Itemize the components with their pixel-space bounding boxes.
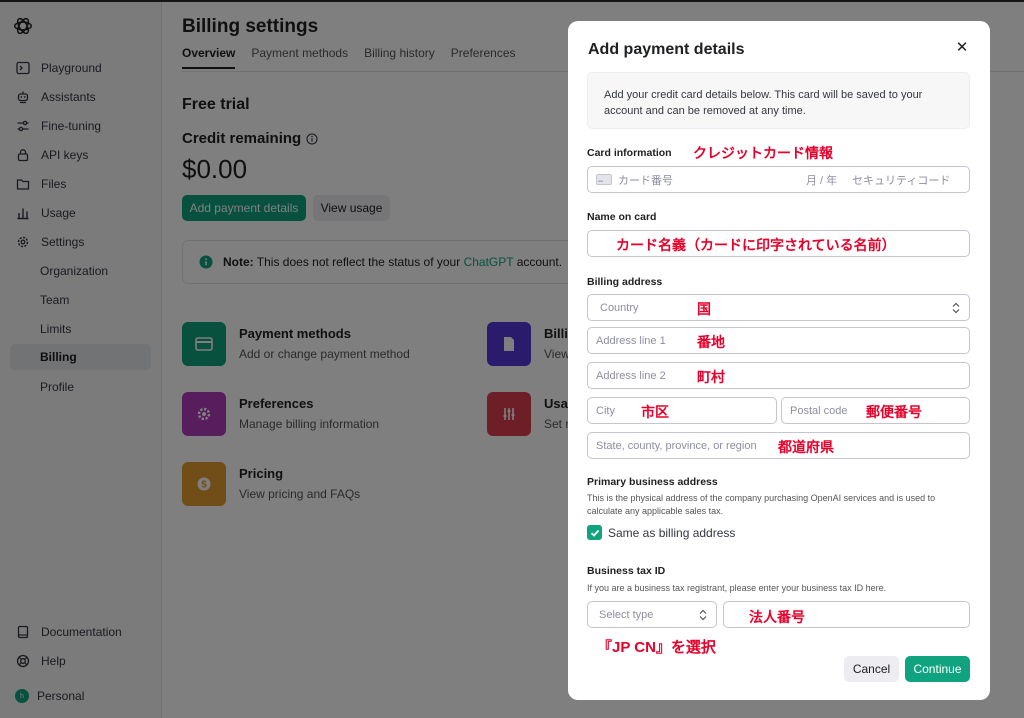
- postal-code-annotation: 郵便番号: [866, 404, 922, 420]
- tax-type-select[interactable]: Select type: [587, 601, 717, 628]
- primary-business-address-label: Primary business address: [587, 476, 718, 488]
- address-line-2-field[interactable]: Address line 2: [587, 362, 970, 389]
- cancel-button[interactable]: Cancel: [844, 656, 899, 682]
- card-expiry-placeholder[interactable]: 月 / 年: [806, 172, 837, 188]
- dialog-title: Add payment details: [588, 41, 745, 58]
- card-cvc-placeholder[interactable]: セキュリティコード: [852, 172, 950, 188]
- state-annotation: 都道府県: [778, 439, 834, 455]
- country-placeholder: Country: [600, 301, 639, 314]
- name-on-card-label: Name on card: [587, 211, 657, 223]
- primary-business-address-help: This is the physical address of the comp…: [587, 493, 936, 516]
- address-line-2-placeholder: Address line 2: [596, 369, 666, 382]
- add-payment-dialog: Add payment details ✕ Add your credit ca…: [568, 21, 990, 700]
- same-as-billing-checkbox[interactable]: [587, 525, 602, 540]
- card-information-label: Card information: [587, 147, 672, 159]
- billing-address-label: Billing address: [587, 276, 663, 288]
- address-line-1-placeholder: Address line 1: [596, 334, 666, 347]
- continue-button[interactable]: Continue: [905, 656, 970, 682]
- city-annotation: 市区: [641, 404, 669, 420]
- card-number-field[interactable]: カード番号 月 / 年 セキュリティコード: [587, 166, 970, 193]
- select-type-placeholder: Select type: [599, 608, 654, 621]
- city-field[interactable]: City: [587, 397, 777, 424]
- city-placeholder: City: [596, 404, 615, 417]
- tax-id-annotation: 法人番号: [749, 609, 805, 625]
- business-tax-id-label: Business tax ID: [587, 565, 666, 577]
- select-type-annotation: 『JP CN』を選択: [597, 639, 716, 656]
- checkmark-icon: [590, 529, 599, 537]
- state-placeholder: State, county, province, or region: [596, 439, 757, 452]
- card-information-annotation: クレジットカード情報: [693, 145, 833, 161]
- country-annotation: 国: [697, 301, 711, 317]
- postal-code-placeholder: Postal code: [790, 404, 848, 417]
- chevron-up-down-icon: [952, 302, 960, 314]
- info-message: Add your credit card details below. This…: [587, 72, 970, 129]
- address-line-1-annotation: 番地: [697, 334, 725, 350]
- card-number-placeholder: カード番号: [618, 174, 673, 187]
- chevron-up-down-icon: [699, 609, 707, 621]
- address-line-2-annotation: 町村: [697, 369, 725, 385]
- business-tax-id-help: If you are a business tax registrant, pl…: [587, 583, 887, 593]
- same-as-billing-label[interactable]: Same as billing address: [608, 526, 735, 540]
- address-line-1-field[interactable]: Address line 1: [587, 327, 970, 354]
- close-icon[interactable]: ✕: [952, 37, 972, 57]
- name-on-card-annotation: カード名義（カードに印字されている名前）: [616, 237, 896, 253]
- country-select[interactable]: Country: [587, 294, 970, 321]
- credit-card-icon: [596, 174, 612, 185]
